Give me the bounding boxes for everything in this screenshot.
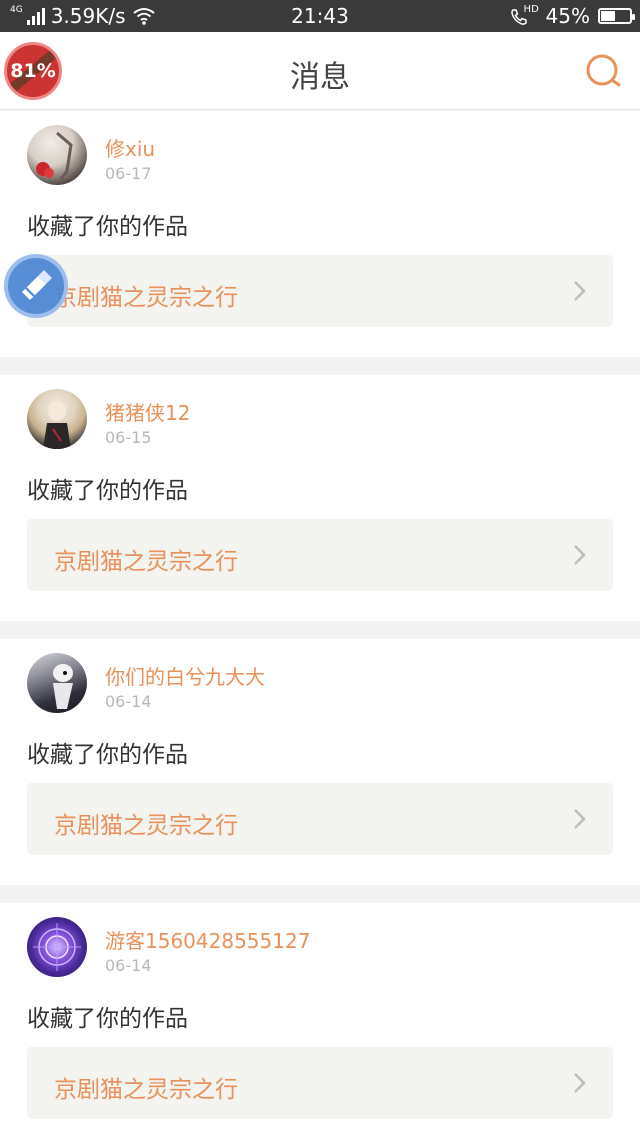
message-text: 收藏了你的作品 [27,214,188,240]
user-name[interactable]: 你们的白兮九大大 [105,661,265,690]
user-name[interactable]: 猪猪侠12 [105,397,190,426]
avatar[interactable] [27,917,87,977]
message-date: 06-15 [105,428,152,447]
memory-percent: 81% [10,60,56,82]
battery-fill [601,11,615,21]
work-title: 京剧猫之灵宗之行 [54,1077,238,1103]
avatar[interactable] [27,653,87,713]
chevron-right-icon [574,809,586,829]
chevron-right-icon [574,281,586,301]
chevron-right-icon [574,1073,586,1093]
battery-percent: 45% [545,4,590,28]
work-title: 京剧猫之灵宗之行 [54,813,238,839]
nav-bar: 消息 81% [0,32,640,110]
message-text: 收藏了你的作品 [27,1006,188,1032]
message-card: 猪猪侠12 06-15 收藏了你的作品 京剧猫之灵宗之行 [0,375,640,621]
work-title: 京剧猫之灵宗之行 [54,549,238,575]
message-date: 06-17 [105,164,152,183]
page-title: 消息 [290,60,350,95]
status-bar: 4G 3.59K/s 21:43 HD 45% [0,0,640,32]
message-text: 收藏了你的作品 [27,742,188,768]
floating-cleaner-button[interactable] [4,254,68,318]
user-name[interactable]: 修xiu [105,133,155,162]
work-title: 京剧猫之灵宗之行 [54,285,238,311]
avatar[interactable] [27,389,87,449]
broom-icon [22,270,52,300]
chevron-right-icon [574,545,586,565]
message-card: 修xiu 06-17 收藏了你的作品 京剧猫之灵宗之行 [0,111,640,357]
battery-icon [598,8,635,24]
avatar[interactable] [27,125,87,185]
work-link[interactable]: 京剧猫之灵宗之行 [27,519,613,591]
message-text: 收藏了你的作品 [27,478,188,504]
user-name[interactable]: 游客1560428555127 [105,925,310,954]
message-date: 06-14 [105,692,152,711]
memory-boost-badge[interactable]: 81% [4,42,62,100]
hd-call-icon: HD [510,4,539,26]
work-link[interactable]: 京剧猫之灵宗之行 [27,255,613,327]
message-date: 06-14 [105,956,152,975]
message-card: 你们的白兮九大大 06-14 收藏了你的作品 京剧猫之灵宗之行 [0,639,640,885]
work-link[interactable]: 京剧猫之灵宗之行 [27,783,613,855]
hd-label: HD [523,4,539,15]
message-card: 游客1560428555127 06-14 收藏了你的作品 京剧猫之灵宗之行 [0,903,640,1138]
search-icon[interactable] [584,52,624,92]
work-link[interactable]: 京剧猫之灵宗之行 [27,1047,613,1119]
status-right: HD 45% [510,4,635,28]
